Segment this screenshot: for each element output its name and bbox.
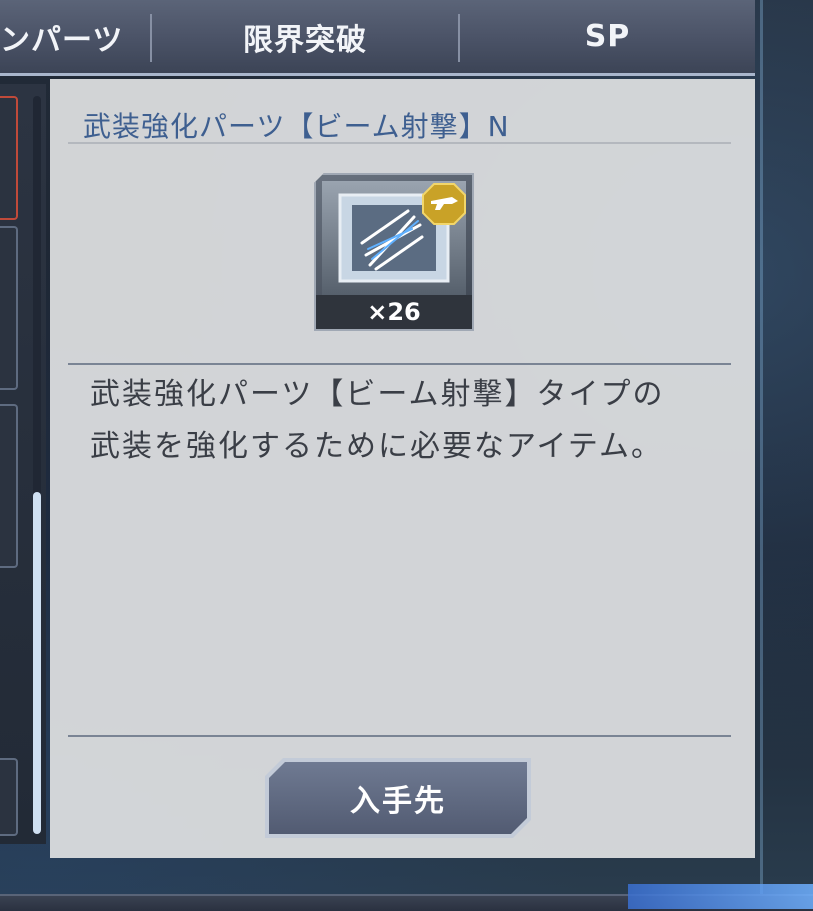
tab-sp-label: SP [584,19,631,54]
divider [68,363,731,365]
item-count: ×26 [316,295,472,329]
item-title: 武装強化パーツ【ビーム射撃】N [83,110,510,143]
divider [68,142,731,144]
tab-limit-break[interactable]: 限界突破 [152,0,458,73]
tab-parts-label: ンパーツ [0,22,124,58]
description-line: 武装を強化するために必要なアイテム。 [90,429,663,464]
acquire-source-button[interactable]: 入手先 [269,762,527,834]
list-card[interactable] [0,96,18,220]
bottom-right-button[interactable] [628,884,813,909]
tab-parts[interactable]: ンパーツ [0,0,150,73]
scrollbar-thumb[interactable] [33,492,41,834]
tab-bar: ンパーツ 限界突破 SP [0,0,755,76]
description-line: 武装強化パーツ【ビーム射撃】タイプの [90,377,665,412]
list-card[interactable] [0,758,18,836]
item-description: 武装強化パーツ【ビーム射撃】タイプの 武装を強化するために必要なアイテム。 [90,369,730,473]
beam-rifle-badge-icon [422,183,466,225]
background-light-stripe [760,0,763,909]
list-card[interactable] [0,404,18,568]
tab-limit-break-label: 限界突破 [243,22,367,58]
list-card[interactable] [0,226,18,390]
acquire-source-label: 入手先 [350,784,446,819]
divider [68,735,731,737]
item-detail-panel: 武装強化パーツ【ビーム射撃】N ×26 武装強化パーツ【ビーム射撃】タイプの 武… [50,79,755,858]
tab-sp[interactable]: SP [460,0,755,73]
